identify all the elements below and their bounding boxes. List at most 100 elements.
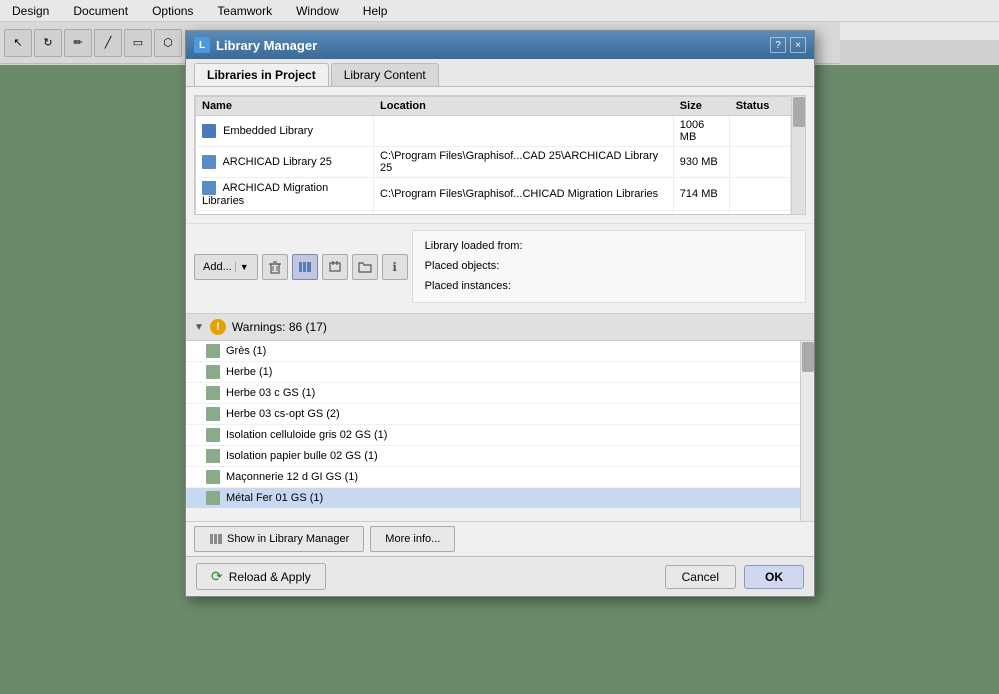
warning-actions: Show in Library Manager More info... <box>186 521 814 556</box>
trash-icon <box>268 260 282 274</box>
lib-location: C:\Program Files\Graphisof...CHICAD Migr… <box>374 178 674 211</box>
list-item[interactable]: Isolation papier bulle 02 GS (1) <box>186 446 814 467</box>
warn-item-text: Herbe 03 cs-opt GS (2) <box>226 408 340 420</box>
lib-help-button[interactable]: ℹ <box>382 254 408 280</box>
library-icon <box>298 260 312 274</box>
tool-pen[interactable]: ✏ <box>64 29 92 57</box>
col-header-status: Status <box>729 97 790 116</box>
dialog-help-button[interactable]: ? <box>770 37 786 53</box>
dialog-titlebar: L Library Manager ? × <box>186 31 814 59</box>
lib-icon <box>202 181 216 195</box>
list-item[interactable]: Maçonnerie 12 d GI GS (1) <box>186 467 814 488</box>
tool-rotate[interactable]: ↻ <box>34 29 62 57</box>
tabs-bar: Libraries in Project Library Content <box>186 59 814 87</box>
lib-info-panel: Library loaded from: Placed objects: Pla… <box>412 230 806 303</box>
dialog-footer: ⟳ Reload & Apply Cancel OK <box>186 556 814 596</box>
dialog-close-button[interactable]: × <box>790 37 806 53</box>
delete-library-button[interactable] <box>262 254 288 280</box>
show-in-library-manager-button[interactable]: Show in Library Manager <box>194 526 364 552</box>
reload-icon: ⟳ <box>211 568 223 585</box>
table-row[interactable]: Bibliothèque ArchiCAD 19 C:\Program File… <box>196 211 791 215</box>
warn-item-icon <box>206 365 220 379</box>
dialog-title-left: L Library Manager <box>194 37 317 53</box>
warn-item-icon <box>206 470 220 484</box>
lib-name: Bibliothèque ArchiCAD 19 <box>196 211 374 215</box>
lib-icon <box>202 124 216 138</box>
lib-status <box>729 116 790 147</box>
libraries-table: Name Location Size Status Embedded Libra… <box>195 96 791 214</box>
cancel-button[interactable]: Cancel <box>665 565 736 589</box>
warn-item-text: Herbe 03 c GS (1) <box>226 387 315 399</box>
warn-item-text: Herbe (1) <box>226 366 272 378</box>
warn-item-icon <box>206 449 220 463</box>
add-button[interactable]: Add... ▼ <box>194 254 258 280</box>
lib-location <box>374 116 674 147</box>
lib-name: ARCHICAD Library 25 <box>196 147 374 178</box>
dialog-title-buttons: ? × <box>770 37 806 53</box>
refresh-icon <box>328 260 342 274</box>
list-item[interactable]: Herbe (1) <box>186 362 814 383</box>
table-row[interactable]: ARCHICAD Migration Libraries C:\Program … <box>196 178 791 211</box>
warn-item-icon <box>206 491 220 505</box>
lib-toolbar: Add... ▼ <box>186 223 814 309</box>
lib-name: ARCHICAD Migration Libraries <box>196 178 374 211</box>
list-item[interactable]: Métal Fer 01 GS (1) <box>186 488 814 509</box>
col-header-location: Location <box>374 97 674 116</box>
list-item[interactable]: Isolation celluloide gris 02 GS (1) <box>186 425 814 446</box>
library-loaded-from-label: Library loaded from: <box>425 237 793 257</box>
libraries-table-container: Name Location Size Status Embedded Libra… <box>194 95 806 215</box>
lib-status <box>729 178 790 211</box>
help-icon: ℹ <box>392 260 397 274</box>
lib-size: 714 MB <box>673 178 729 211</box>
more-info-button[interactable]: More info... <box>370 526 455 552</box>
table-row[interactable]: ARCHICAD Library 25 C:\Program Files\Gra… <box>196 147 791 178</box>
lib-info-button-2[interactable] <box>322 254 348 280</box>
tool-shape[interactable]: ⬡ <box>154 29 182 57</box>
scrollbar-thumb[interactable] <box>793 97 805 127</box>
warn-item-icon <box>206 386 220 400</box>
lib-location: C:\Program Files\Graphisof...CAD 25\ARCH… <box>374 147 674 178</box>
tool-line[interactable]: ╱ <box>94 29 122 57</box>
tab-library-content[interactable]: Library Content <box>331 63 439 86</box>
warnings-section: ▼ ! Warnings: 86 (17) Grès (1) Herbe (1)… <box>186 313 814 556</box>
table-scrollbar[interactable] <box>791 96 805 214</box>
tool-arrow[interactable]: ↖ <box>4 29 32 57</box>
warn-item-text: Isolation celluloide gris 02 GS (1) <box>226 429 387 441</box>
warn-item-text: Isolation papier bulle 02 GS (1) <box>226 450 378 462</box>
show-lib-icon <box>209 532 223 546</box>
menu-window[interactable]: Window <box>292 2 343 20</box>
menu-design[interactable]: Design <box>8 2 53 20</box>
lib-info-button-1[interactable] <box>292 254 318 280</box>
menu-teamwork[interactable]: Teamwork <box>213 2 276 20</box>
menu-document[interactable]: Document <box>69 2 132 20</box>
lib-info-button-3[interactable] <box>352 254 378 280</box>
reload-apply-button[interactable]: ⟳ Reload & Apply <box>196 563 326 590</box>
more-info-label: More info... <box>385 533 440 545</box>
warning-icon: ! <box>210 319 226 335</box>
lib-status <box>729 147 790 178</box>
ok-button[interactable]: OK <box>744 565 804 589</box>
tool-rect[interactable]: ▭ <box>124 29 152 57</box>
list-item[interactable]: Grès (1) <box>186 341 814 362</box>
list-item[interactable]: Herbe 03 cs-opt GS (2) <box>186 404 814 425</box>
warnings-header[interactable]: ▼ ! Warnings: 86 (17) <box>186 314 814 341</box>
collapse-icon: ▼ <box>194 322 204 333</box>
dialog-body: Libraries in Project Library Content Nam… <box>186 59 814 596</box>
menu-help[interactable]: Help <box>359 2 392 20</box>
warnings-label: Warnings: 86 (17) <box>232 320 327 334</box>
lib-location: C:\Program Files\GRAPHISOF...9\Bibliothè… <box>374 211 674 215</box>
placed-objects-label: Placed objects: <box>425 257 793 277</box>
placed-instances-label: Placed instances: <box>425 277 793 297</box>
table-row[interactable]: Embedded Library 1006 MB <box>196 116 791 147</box>
warn-item-icon <box>206 428 220 442</box>
tab-libraries-in-project[interactable]: Libraries in Project <box>194 63 329 86</box>
libraries-table-section: Name Location Size Status Embedded Libra… <box>186 87 814 223</box>
lib-size <box>673 211 729 215</box>
list-item[interactable]: Herbe 03 c GS (1) <box>186 383 814 404</box>
warnings-scrollbar-thumb[interactable] <box>802 342 814 372</box>
menu-options[interactable]: Options <box>148 2 197 20</box>
menu-bar: Design Document Options Teamwork Window … <box>0 0 999 22</box>
warn-item-text: Grès (1) <box>226 345 266 357</box>
warnings-scrollbar[interactable] <box>800 341 814 521</box>
reload-apply-label: Reload & Apply <box>229 570 311 584</box>
